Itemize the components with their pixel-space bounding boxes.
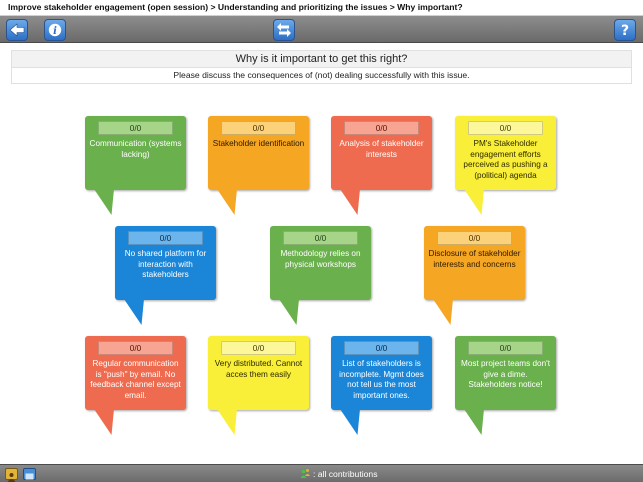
vote-score[interactable]: 0/0 (128, 231, 203, 245)
swap-arrows-icon[interactable] (273, 19, 295, 41)
toolbar: i ? (0, 16, 643, 43)
contribution-text: Very distributed. Cannot acces them easi… (214, 359, 303, 379)
question-card: Why is it important to get this right? P… (11, 50, 632, 84)
vote-score[interactable]: 0/0 (344, 341, 419, 355)
contribution-bubble[interactable]: 0/0 Most project teams don't give a dime… (455, 336, 556, 435)
contribution-bubble[interactable]: 0/0 Methodology relies on physical works… (270, 226, 371, 325)
contribution-bubble[interactable]: 0/0 Very distributed. Cannot acces them … (208, 336, 309, 435)
contributors-icon (300, 469, 310, 478)
vote-score[interactable]: 0/0 (98, 121, 173, 135)
info-icon[interactable]: i (44, 19, 66, 41)
contribution-text: PM's Stakeholder engagement efforts perc… (463, 139, 548, 180)
contribution-bubble[interactable]: 0/0 Disclosure of stakeholder interests … (424, 226, 525, 325)
contribution-text: Stakeholder identification (212, 139, 305, 148)
question-title: Why is it important to get this right? (11, 50, 632, 68)
question-instruction: Please discuss the consequences of (not)… (11, 68, 632, 84)
vote-score[interactable]: 0/0 (283, 231, 358, 245)
contribution-text: Disclosure of stakeholder interests and … (428, 249, 521, 269)
screen-icon[interactable] (23, 468, 36, 480)
contribution-bubble[interactable]: 0/0 Communication (systems lacking) (85, 116, 186, 215)
contributions-filter[interactable]: : all contributions (300, 468, 378, 479)
contribution-bubble[interactable]: 0/0 No shared platform for interaction w… (115, 226, 216, 325)
title-bar: Improve stakeholder engagement (open ses… (0, 0, 643, 16)
app-window: Improve stakeholder engagement (open ses… (0, 0, 643, 482)
people-icon[interactable] (5, 468, 18, 482)
vote-score[interactable]: 0/0 (98, 341, 173, 355)
contribution-text: Methodology relies on physical workshops (280, 249, 361, 269)
contribution-bubble[interactable]: 0/0 Analysis of stakeholder interests (331, 116, 432, 215)
vote-score[interactable]: 0/0 (468, 341, 543, 355)
vote-score[interactable]: 0/0 (221, 121, 296, 135)
vote-score[interactable]: 0/0 (344, 121, 419, 135)
contribution-text: List of stakeholders is incomplete. Mgmt… (339, 359, 424, 400)
contribution-text: Most project teams don't give a dime. St… (461, 359, 550, 389)
contribution-bubble[interactable]: 0/0 Stakeholder identification (208, 116, 309, 215)
contributions-label: : all contributions (313, 468, 378, 479)
vote-score[interactable]: 0/0 (221, 341, 296, 355)
contribution-bubble[interactable]: 0/0 List of stakeholders is incomplete. … (331, 336, 432, 435)
help-icon[interactable]: ? (614, 19, 636, 41)
status-bar: : all contributions (0, 464, 643, 482)
contribution-bubble[interactable]: 0/0 Regular communication is "push" by e… (85, 336, 186, 435)
back-arrow-icon[interactable] (6, 19, 28, 41)
contribution-bubble[interactable]: 0/0 PM's Stakeholder engagement efforts … (455, 116, 556, 215)
contribution-text: Analysis of stakeholder interests (339, 139, 424, 159)
breadcrumb: Improve stakeholder engagement (open ses… (8, 2, 463, 12)
contribution-text: Regular communication is "push" by email… (90, 359, 181, 400)
svg-text:?: ? (621, 23, 629, 38)
contribution-text: No shared platform for interaction with … (124, 249, 207, 279)
vote-score[interactable]: 0/0 (437, 231, 512, 245)
contribution-text: Communication (systems lacking) (89, 139, 182, 159)
svg-text:i: i (53, 26, 57, 37)
vote-score[interactable]: 0/0 (468, 121, 543, 135)
